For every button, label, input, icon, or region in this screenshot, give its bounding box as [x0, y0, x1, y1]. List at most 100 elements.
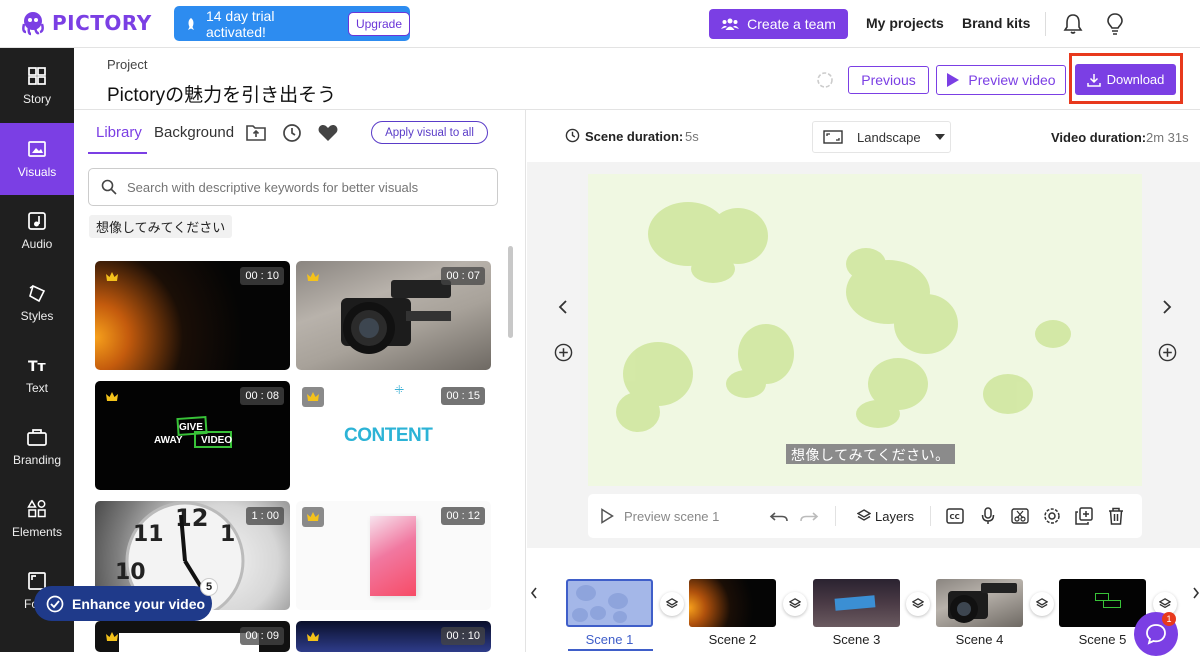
create-team-label: Create a team — [747, 16, 836, 32]
settings-gear-icon[interactable] — [1043, 494, 1061, 538]
nav-text[interactable]: Tт Text — [0, 339, 74, 411]
closed-captions-icon[interactable]: CC — [946, 494, 964, 538]
rocket-icon — [187, 17, 194, 30]
preview-scene-label: Preview scene 1 — [624, 508, 720, 524]
branding-icon — [27, 429, 47, 446]
layers-button[interactable]: Layers — [857, 494, 914, 538]
scene-duration-value[interactable]: 5s — [685, 129, 699, 144]
preview-scene-button[interactable]: Preview scene 1 — [600, 494, 719, 538]
visual-thumbnail[interactable]: ꔰ CONTENT 00 : 15 — [296, 381, 491, 490]
svg-text:Tт: Tт — [28, 359, 47, 375]
layers-label: Layers — [875, 508, 915, 524]
search-input[interactable] — [127, 179, 487, 195]
scene-layers-icon[interactable] — [783, 592, 807, 616]
upgrade-button[interactable]: Upgrade — [347, 11, 410, 36]
history-icon[interactable] — [282, 123, 302, 143]
visual-thumbnail[interactable]: 00 : 12 — [296, 501, 491, 610]
visual-thumbnail[interactable]: 00 : 07 — [296, 261, 491, 370]
tab-library[interactable]: Library — [96, 124, 142, 141]
orientation-value: Landscape — [857, 129, 921, 145]
nav-audio-label: Audio — [21, 237, 53, 251]
bell-icon[interactable] — [1063, 13, 1083, 35]
redo-icon[interactable] — [799, 494, 819, 538]
nav-story[interactable]: Story — [0, 50, 74, 122]
tab-background[interactable]: Background — [154, 124, 234, 141]
nav-story-label: Story — [22, 92, 51, 106]
upload-icon[interactable] — [246, 123, 266, 141]
video-duration-value: 2m 31s — [1146, 130, 1189, 145]
thumbnail-duration: 00 : 09 — [240, 627, 284, 645]
content-deco-mark: ꔰ — [394, 383, 405, 397]
favorites-heart-icon[interactable] — [318, 124, 338, 142]
enhance-your-video-button[interactable]: Enhance your video — [34, 586, 212, 621]
filmstrip-prev-icon[interactable] — [530, 587, 538, 599]
pictory-logo[interactable]: PICTORY — [20, 10, 152, 36]
media-scrollbar[interactable] — [508, 246, 513, 338]
my-projects-link[interactable]: My projects — [866, 15, 944, 31]
check-badge-icon — [46, 595, 64, 612]
thumbnail-duration: 00 : 07 — [441, 267, 485, 285]
sync-spinner-icon — [816, 71, 834, 89]
visual-search-bar[interactable] — [88, 168, 498, 206]
scene-layers-icon[interactable] — [1030, 592, 1054, 616]
giveaway-text: AWAY — [154, 435, 183, 446]
scene-thumbnail-1[interactable] — [566, 579, 653, 627]
visual-thumbnail[interactable]: 00 : 10 — [296, 621, 491, 652]
nav-visuals[interactable]: Visuals — [0, 123, 74, 195]
controls-divider — [835, 506, 836, 526]
create-team-button[interactable]: Create a team — [709, 9, 848, 39]
delete-trash-icon[interactable] — [1108, 494, 1124, 538]
visual-thumbnail[interactable]: 00 : 10 — [95, 261, 290, 370]
download-label: Download — [1106, 72, 1165, 87]
chevron-right-icon[interactable] — [1162, 300, 1172, 314]
orientation-dropdown[interactable]: Landscape — [812, 121, 951, 153]
scene-layers-icon[interactable] — [906, 592, 930, 616]
apply-visual-label: Apply visual to all — [385, 126, 474, 139]
download-button[interactable]: Download — [1075, 64, 1176, 95]
visual-thumbnail[interactable]: GIVE AWAY VIDEO 00 : 08 — [95, 381, 290, 490]
chevron-left-icon[interactable] — [558, 300, 568, 314]
play-icon — [947, 73, 960, 87]
scene-thumbnail-5[interactable] — [1059, 579, 1146, 627]
add-scene-before-icon[interactable] — [554, 343, 573, 362]
visual-thumbnail[interactable]: 00 : 09 — [95, 621, 290, 652]
nav-styles[interactable]: Styles — [0, 267, 74, 339]
scene-thumbnail-3[interactable] — [813, 579, 900, 627]
scene-3-image — [834, 595, 876, 611]
scene-thumbnail-2[interactable] — [689, 579, 776, 627]
search-icon — [101, 179, 117, 195]
text-icon: Tт — [28, 359, 47, 375]
video-duration-label: Video duration: — [1051, 130, 1147, 145]
previous-button[interactable]: Previous — [848, 66, 929, 94]
filmstrip-next-icon[interactable] — [1192, 587, 1200, 599]
thumbnail-image — [119, 633, 259, 652]
audio-icon — [28, 212, 46, 230]
project-title[interactable]: Pictoryの魅力を引き出そう — [107, 80, 336, 107]
brand-kits-link[interactable]: Brand kits — [962, 15, 1030, 31]
duplicate-scene-icon[interactable] — [1075, 494, 1093, 538]
add-scene-after-icon[interactable] — [1158, 343, 1177, 362]
lightbulb-icon[interactable] — [1106, 12, 1124, 36]
scissors-icon[interactable] — [1011, 494, 1029, 538]
scene-thumbnail-4[interactable] — [936, 579, 1023, 627]
nav-elements[interactable]: Elements — [0, 483, 74, 555]
elements-icon — [27, 499, 46, 518]
undo-icon[interactable] — [769, 494, 789, 538]
scene-preview-canvas[interactable] — [588, 174, 1142, 486]
keyword-chip[interactable]: 想像してみてください — [89, 215, 233, 238]
apply-visual-to-all-button[interactable]: Apply visual to all — [371, 121, 488, 144]
nav-styles-label: Styles — [20, 309, 54, 323]
camera-image — [341, 280, 451, 354]
preview-video-button[interactable]: Preview video — [936, 65, 1066, 95]
scene-layers-icon[interactable] — [660, 592, 684, 616]
nav-audio[interactable]: Audio — [0, 195, 74, 267]
trial-text: 14 day trial activated! — [205, 7, 275, 40]
premium-crown-icon — [302, 627, 324, 647]
giveaway-text: VIDEO — [201, 435, 233, 446]
premium-crown-icon — [101, 627, 123, 647]
svg-text:1: 1 — [220, 522, 235, 547]
download-icon — [1086, 73, 1101, 87]
scene-caption-text[interactable]: 想像してみてください。 — [786, 444, 955, 464]
microphone-icon[interactable] — [981, 494, 995, 538]
nav-branding[interactable]: Branding — [0, 411, 74, 483]
